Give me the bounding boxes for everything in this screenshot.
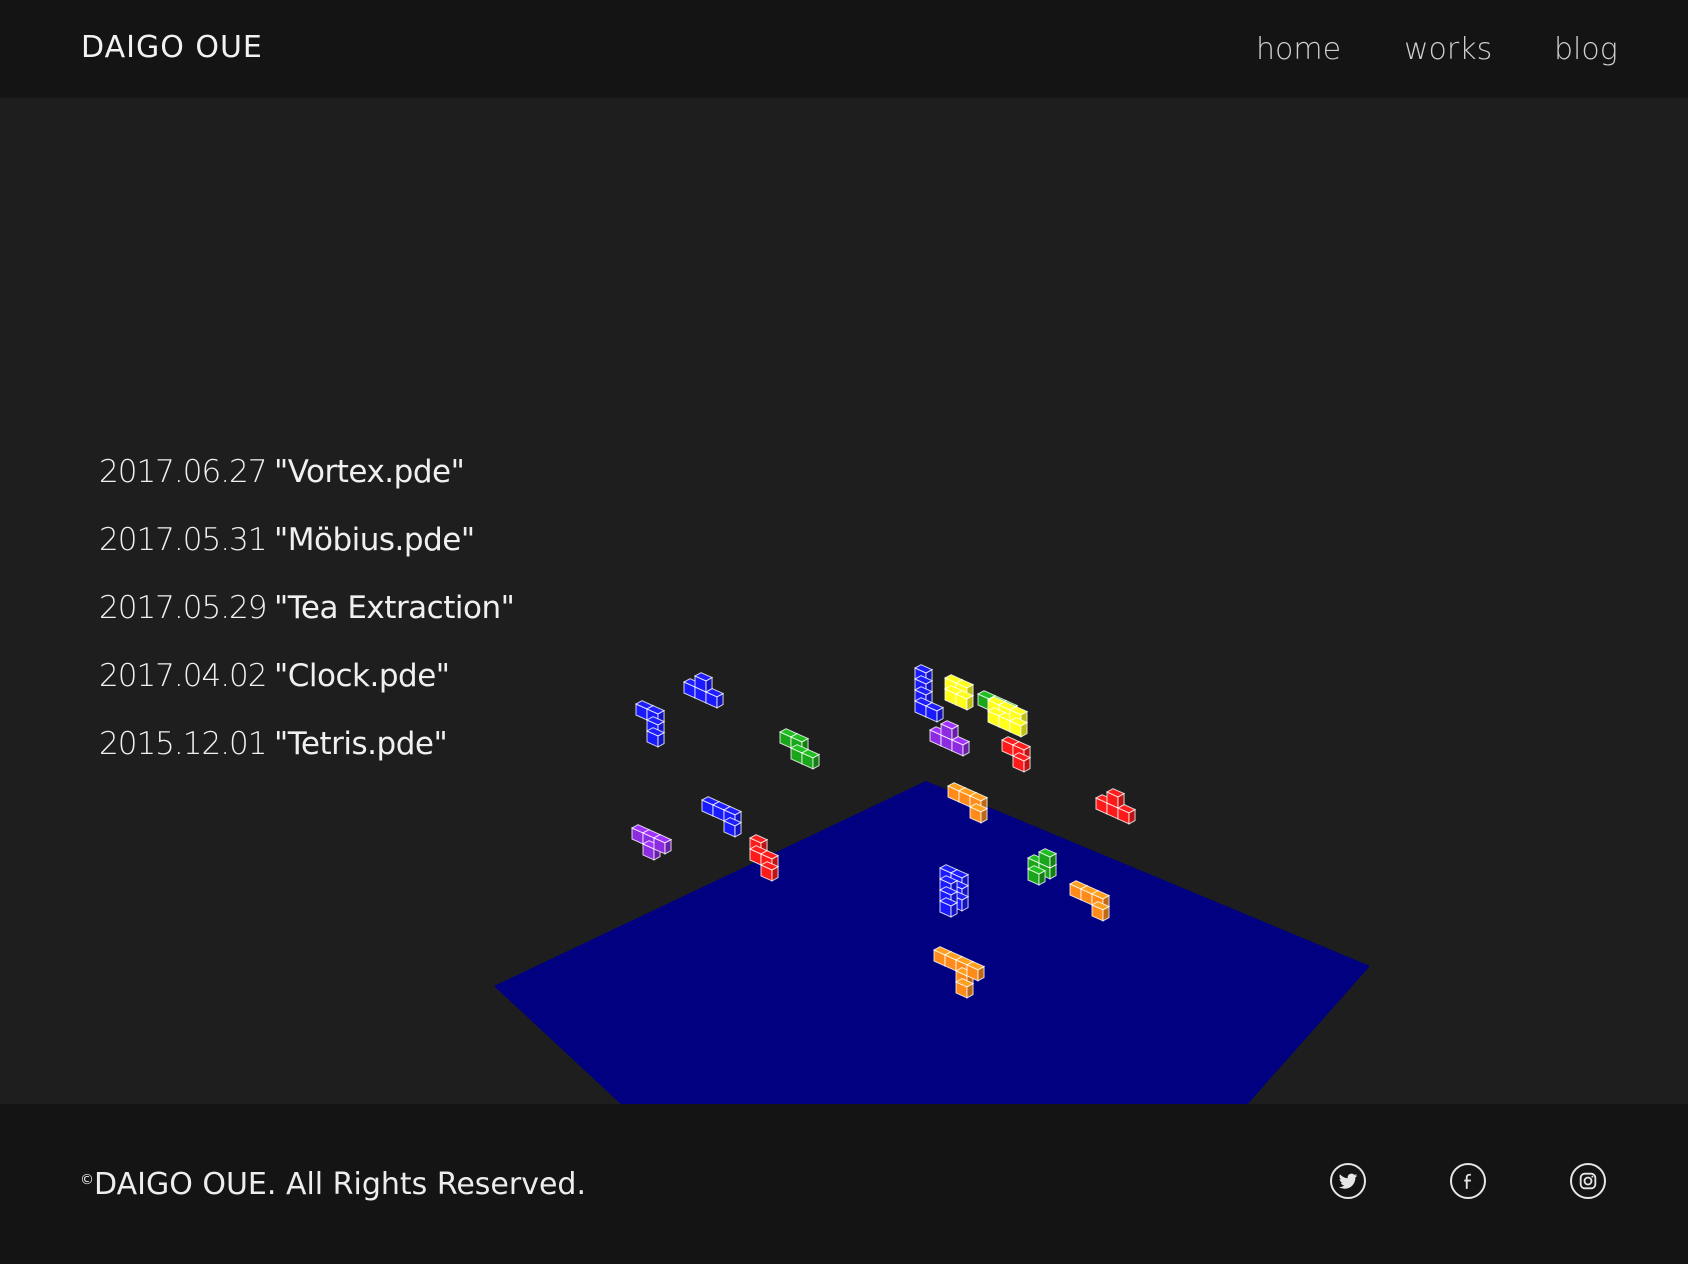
- post-date: 2017.04.02: [99, 658, 268, 694]
- twitter-glyph: [1338, 1173, 1358, 1189]
- post-list: 2017.06.27 "Vortex.pde" 2017.05.31 "Möbi…: [99, 438, 515, 778]
- post-title[interactable]: "Tea Extraction": [274, 590, 515, 626]
- post-item[interactable]: 2017.06.27 "Vortex.pde": [99, 438, 514, 506]
- post-title[interactable]: "Tetris.pde": [274, 726, 448, 762]
- main-content: 2017.06.27 "Vortex.pde" 2017.05.31 "Möbi…: [0, 98, 1688, 1104]
- tetris-floor: [494, 781, 1370, 1104]
- post-date: 2017.05.29: [99, 590, 268, 626]
- twitter-icon[interactable]: [1330, 1163, 1366, 1199]
- nav-works[interactable]: works: [1404, 32, 1492, 67]
- nav-blog[interactable]: blog: [1554, 32, 1618, 67]
- instagram-glyph: [1579, 1172, 1597, 1190]
- copyright-label: DAIGO OUE. All Rights Reserved.: [94, 1167, 586, 1202]
- site-logo[interactable]: DAIGO OUE: [81, 30, 263, 65]
- post-date: 2015.12.01: [99, 726, 268, 762]
- post-title[interactable]: "Möbius.pde": [274, 522, 475, 558]
- post-title[interactable]: "Clock.pde": [274, 658, 450, 694]
- copyright-mark: ©: [80, 1172, 94, 1188]
- post-item[interactable]: 2017.05.31 "Möbius.pde": [99, 506, 514, 574]
- facebook-glyph: [1464, 1173, 1471, 1189]
- site-footer: ©DAIGO OUE. All Rights Reserved.: [0, 1104, 1688, 1264]
- post-item[interactable]: 2017.04.02 "Clock.pde": [99, 642, 514, 710]
- post-date: 2017.05.31: [99, 522, 268, 558]
- nav-home[interactable]: home: [1256, 32, 1341, 67]
- facebook-icon[interactable]: [1450, 1163, 1486, 1199]
- post-title[interactable]: "Vortex.pde": [274, 454, 465, 490]
- post-item[interactable]: 2015.12.01 "Tetris.pde": [99, 710, 514, 778]
- post-item[interactable]: 2017.05.29 "Tea Extraction": [99, 574, 515, 642]
- post-date: 2017.06.27: [99, 454, 268, 490]
- instagram-icon[interactable]: [1570, 1163, 1606, 1199]
- site-header: DAIGO OUE home works blog: [0, 0, 1688, 98]
- copyright-text: ©DAIGO OUE. All Rights Reserved.: [80, 1167, 586, 1202]
